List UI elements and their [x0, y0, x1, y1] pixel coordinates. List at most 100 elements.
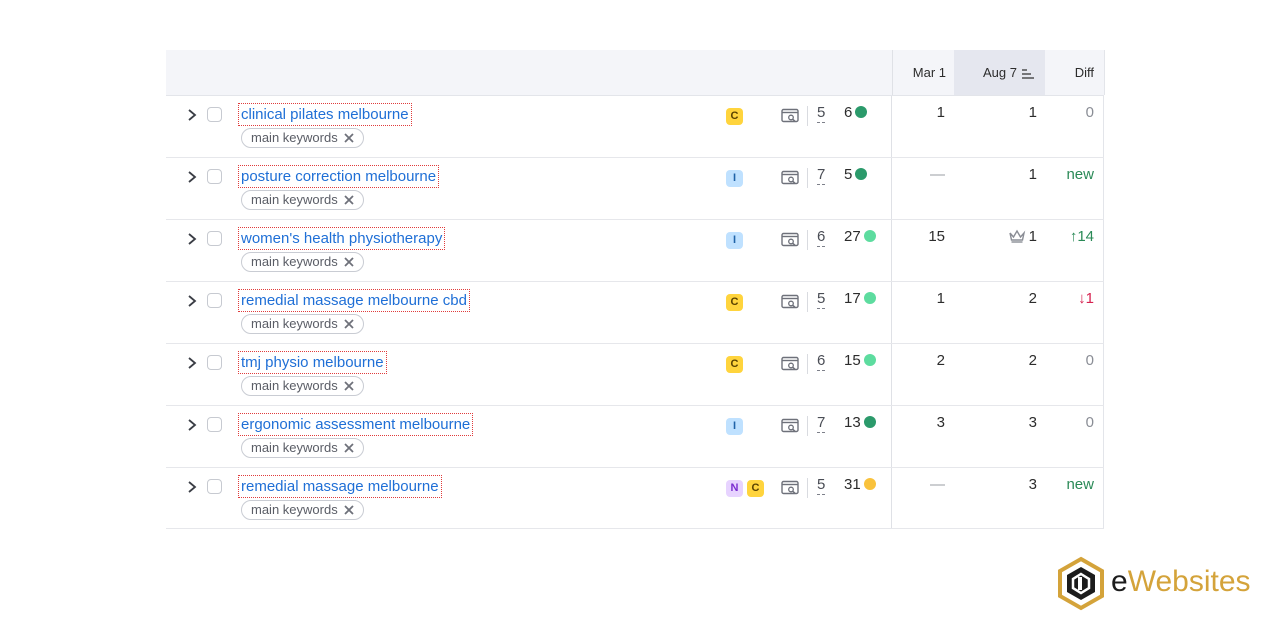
close-icon[interactable] [344, 316, 354, 333]
crown-icon [1008, 229, 1026, 247]
column-divider [1103, 282, 1104, 343]
serp-results-count[interactable]: 5 [817, 104, 826, 123]
position-aug: 1 [954, 104, 1037, 121]
kd-value: 15 [844, 352, 861, 369]
column-divider [1103, 220, 1104, 281]
row-checkbox[interactable] [207, 479, 222, 494]
position-diff: new [1066, 476, 1094, 493]
kd-dot [863, 292, 876, 304]
chevron-right-icon[interactable] [186, 480, 198, 494]
position-diff: ↓1 [1078, 290, 1094, 307]
serp-features-icon[interactable] [781, 356, 799, 372]
keyword-difficulty: 6 [844, 104, 868, 121]
position-aug: 1 [954, 166, 1037, 183]
keyword-link[interactable]: posture correction melbourne [238, 165, 440, 188]
serp-results-count[interactable]: 6 [817, 228, 826, 247]
keyword-link[interactable]: ergonomic assessment melbourne [238, 413, 474, 436]
tag-label: main keywords [251, 130, 338, 145]
kd-value: 17 [844, 290, 861, 307]
position-mar: 1 [936, 290, 945, 307]
keyword-difficulty: 15 [844, 352, 876, 369]
chevron-right-icon[interactable] [186, 170, 198, 184]
position-diff: ↑14 [1069, 228, 1094, 245]
tag-label: main keywords [251, 378, 338, 393]
position-diff: 0 [1085, 104, 1094, 121]
chevron-right-icon[interactable] [186, 108, 198, 122]
position-aug-value: 2 [1028, 290, 1037, 307]
keyword-tag: main keywords [241, 500, 364, 520]
column-header-mar[interactable]: Mar 1 [892, 50, 954, 95]
position-aug: 2 [954, 290, 1037, 307]
serp-features-icon[interactable] [781, 294, 799, 310]
tag-label: main keywords [251, 192, 338, 207]
close-icon[interactable] [344, 254, 354, 271]
kd-dot [863, 230, 876, 242]
chevron-right-icon[interactable] [186, 232, 198, 246]
serp-results-count[interactable]: 6 [817, 352, 826, 371]
keyword-link[interactable]: clinical pilates melbourne [238, 103, 412, 126]
position-aug: 3 [954, 476, 1037, 493]
position-diff: 0 [1085, 414, 1094, 431]
serp-results-count[interactable]: 7 [817, 166, 826, 185]
row-checkbox[interactable] [207, 107, 222, 122]
close-icon[interactable] [344, 502, 354, 519]
position-diff: 0 [1085, 352, 1094, 369]
keyword-tag: main keywords [241, 438, 364, 458]
row-checkbox[interactable] [207, 169, 222, 184]
serp-features-icon[interactable] [781, 418, 799, 434]
close-icon[interactable] [344, 440, 354, 457]
serp-results-count[interactable]: 7 [817, 414, 826, 433]
position-tracking-table: Mar 1 Aug 7 Diff clinical pilates melbou… [166, 50, 1105, 529]
sort-icon[interactable] [1021, 68, 1035, 80]
serp-results-count[interactable]: 5 [817, 290, 826, 309]
column-header-diff[interactable]: Diff [1046, 50, 1105, 95]
position-aug-value: 1 [1028, 104, 1037, 121]
serp-features-icon[interactable] [781, 232, 799, 248]
row-checkbox[interactable] [207, 231, 222, 246]
divider [807, 478, 808, 498]
keyword-tag: main keywords [241, 190, 364, 210]
logo-text: eWebsites [1111, 565, 1251, 598]
chevron-right-icon[interactable] [186, 294, 198, 308]
chevron-right-icon[interactable] [186, 418, 198, 432]
kd-value: 27 [844, 228, 861, 245]
column-divider [1103, 468, 1104, 528]
position-mar: 3 [936, 414, 945, 431]
intent-badge-i: I [726, 170, 743, 187]
keyword-tag: main keywords [241, 314, 364, 334]
table-body: clinical pilates melbourne main keywords… [166, 96, 1104, 529]
divider [807, 168, 808, 188]
column-header-aug[interactable]: Aug 7 [954, 50, 1045, 95]
serp-features-icon[interactable] [781, 170, 799, 186]
kd-dot [863, 354, 876, 366]
chevron-right-icon[interactable] [186, 356, 198, 370]
kd-value: 31 [844, 476, 861, 493]
row-checkbox[interactable] [207, 417, 222, 432]
keyword-tag: main keywords [241, 128, 364, 148]
serp-features-icon[interactable] [781, 108, 799, 124]
keyword-difficulty: 17 [844, 290, 876, 307]
keyword-link[interactable]: tmj physio melbourne [238, 351, 387, 374]
serp-features-icon[interactable] [781, 480, 799, 496]
position-diff: new [1066, 166, 1094, 183]
intent-badge-c: C [747, 480, 764, 497]
close-icon[interactable] [344, 192, 354, 209]
table-row: tmj physio melbourne main keywords C 6 1… [166, 344, 1104, 406]
position-aug-value: 1 [1028, 228, 1037, 245]
keyword-link[interactable]: remedial massage melbourne [238, 475, 442, 498]
table-header: Mar 1 Aug 7 Diff [166, 50, 1105, 96]
close-icon[interactable] [344, 378, 354, 395]
keyword-difficulty: 5 [844, 166, 868, 183]
table-row: clinical pilates melbourne main keywords… [166, 96, 1104, 158]
row-checkbox[interactable] [207, 355, 222, 370]
position-aug: 2 [954, 352, 1037, 369]
keyword-link[interactable]: remedial massage melbourne cbd [238, 289, 470, 312]
kd-dot [855, 168, 868, 180]
position-aug-value: 3 [1028, 476, 1037, 493]
position-aug-value: 1 [1028, 166, 1037, 183]
keyword-link[interactable]: women's health physiotherapy [238, 227, 446, 250]
row-checkbox[interactable] [207, 293, 222, 308]
close-icon[interactable] [344, 130, 354, 147]
table-row: posture correction melbourne main keywor… [166, 158, 1104, 220]
serp-results-count[interactable]: 5 [817, 476, 826, 495]
